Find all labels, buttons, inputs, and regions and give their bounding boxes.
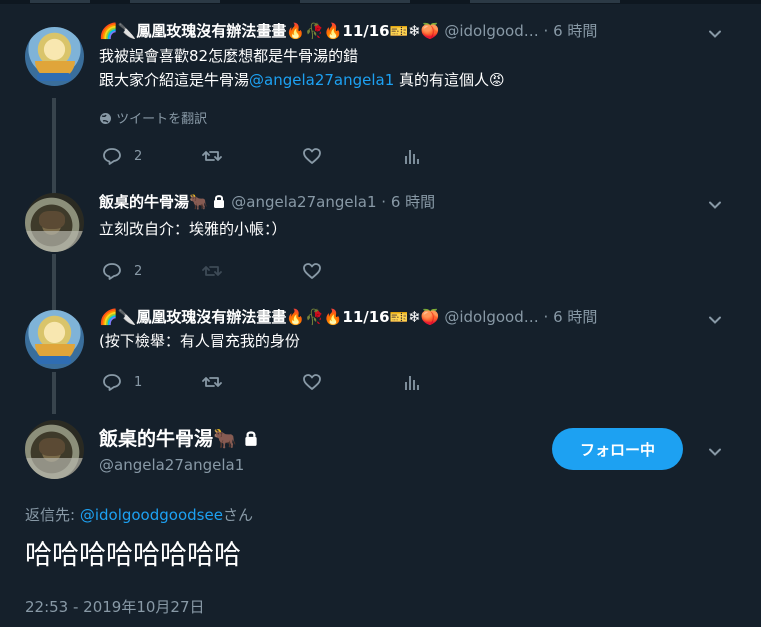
- retweet-button-disabled: [202, 260, 222, 282]
- tweet-text: 我被誤會喜歡82怎麼想都是牛骨湯的錯: [99, 47, 359, 65]
- display-name[interactable]: 🌈🔪鳳凰玫瑰沒有辦法畫畫🔥🥀🔥11/16🎫❄🍑: [99, 22, 440, 40]
- avatar[interactable]: [25, 310, 84, 369]
- like-button[interactable]: [302, 260, 322, 282]
- analytics-icon: [405, 376, 419, 390]
- display-name[interactable]: 飯桌的牛骨湯🐂: [99, 193, 208, 211]
- reply-count: 1: [134, 374, 143, 390]
- timestamp[interactable]: 6 時間: [553, 22, 597, 40]
- user-handle[interactable]: @idolgood…: [444, 22, 538, 40]
- user-handle[interactable]: @angela27angela1: [99, 456, 244, 474]
- separator: ·: [381, 193, 387, 211]
- retweet-icon: [202, 151, 222, 161]
- main-tweet-text: 哈哈哈哈哈哈哈哈: [25, 540, 241, 571]
- like-icon: [303, 148, 321, 164]
- reply-icon: [103, 263, 121, 280]
- user-handle[interactable]: @angela27angela1: [231, 193, 376, 211]
- tweet[interactable]: 🌈🔪鳳凰玫瑰沒有辦法畫畫🔥🥀🔥11/16🎫❄🍑 @idolgood… · 6 時…: [0, 0, 761, 190]
- retweet-icon: [202, 266, 222, 276]
- reply-count: 2: [134, 263, 143, 279]
- timestamp[interactable]: 6 時間: [391, 193, 435, 211]
- mention-link[interactable]: @angela27angela1: [249, 71, 394, 89]
- reply-button[interactable]: 1: [102, 371, 142, 393]
- analytics-button[interactable]: [402, 371, 422, 393]
- reply-context-label: 返信先:: [25, 506, 80, 524]
- reply-context: 返信先: @idolgoodgoodseeさん: [25, 504, 253, 525]
- translate-link[interactable]: ツイートを翻訳: [99, 108, 207, 127]
- like-button[interactable]: [302, 371, 322, 393]
- avatar[interactable]: [25, 420, 84, 479]
- chevron-down-icon[interactable]: [708, 313, 722, 327]
- avatar[interactable]: [25, 27, 84, 86]
- like-button[interactable]: [302, 145, 322, 167]
- retweet-button[interactable]: [202, 145, 222, 167]
- analytics-icon: [405, 150, 419, 164]
- avatar[interactable]: [25, 193, 84, 252]
- display-name[interactable]: 🌈🔪鳳凰玫瑰沒有辦法畫畫🔥🥀🔥11/16🎫❄🍑: [99, 308, 440, 326]
- retweet-button[interactable]: [202, 371, 222, 393]
- reply-context-suffix: さん: [222, 506, 253, 524]
- tweet[interactable]: 飯桌的牛骨湯🐂 @angela27angela1 · 6 時間 立刻改自介：埃雅…: [0, 190, 761, 295]
- tweet-text-part: 跟大家介紹這是牛骨湯: [99, 71, 250, 89]
- tweet-text: 跟大家介紹這是牛骨湯@angela27angela1 真的有這個人😡: [99, 68, 505, 92]
- translate-label: ツイートを翻訳: [116, 112, 208, 127]
- like-icon: [303, 263, 321, 279]
- chevron-down-icon[interactable]: [708, 445, 722, 459]
- user-handle[interactable]: @idolgood…: [444, 308, 538, 326]
- separator: ·: [543, 22, 549, 40]
- retweet-icon: [202, 377, 222, 387]
- like-icon: [303, 374, 321, 390]
- lock-icon: [245, 431, 257, 446]
- mention-link[interactable]: @idolgoodgoodsee: [80, 506, 223, 524]
- globe-icon: [100, 113, 111, 124]
- reply-button[interactable]: 2: [102, 145, 142, 167]
- reply-button[interactable]: 2: [102, 260, 142, 282]
- tweet[interactable]: 🌈🔪鳳凰玫瑰沒有辦法畫畫🔥🥀🔥11/16🎫❄🍑 @idolgood… · 6 時…: [0, 295, 761, 410]
- reply-icon: [103, 374, 121, 391]
- analytics-button[interactable]: [402, 145, 422, 167]
- display-name[interactable]: 飯桌的牛骨湯🐂: [99, 428, 237, 450]
- reply-icon: [103, 148, 121, 165]
- following-button[interactable]: フォロー中: [552, 428, 683, 470]
- tweet-text: 立刻改自介：埃雅的小帳：）: [99, 220, 287, 238]
- tweet-text-part: 真的有這個人😡: [394, 71, 505, 89]
- main-timestamp[interactable]: 22:53 - 2019年10月27日: [25, 596, 205, 617]
- lock-icon: [214, 195, 225, 208]
- tweet-text: (按下檢舉：有人冒充我的身份: [99, 332, 300, 350]
- chevron-down-icon[interactable]: [708, 198, 722, 212]
- timestamp[interactable]: 6 時間: [553, 308, 597, 326]
- chevron-down-icon[interactable]: [708, 27, 722, 41]
- reply-count: 2: [134, 148, 143, 164]
- separator: ·: [543, 308, 549, 326]
